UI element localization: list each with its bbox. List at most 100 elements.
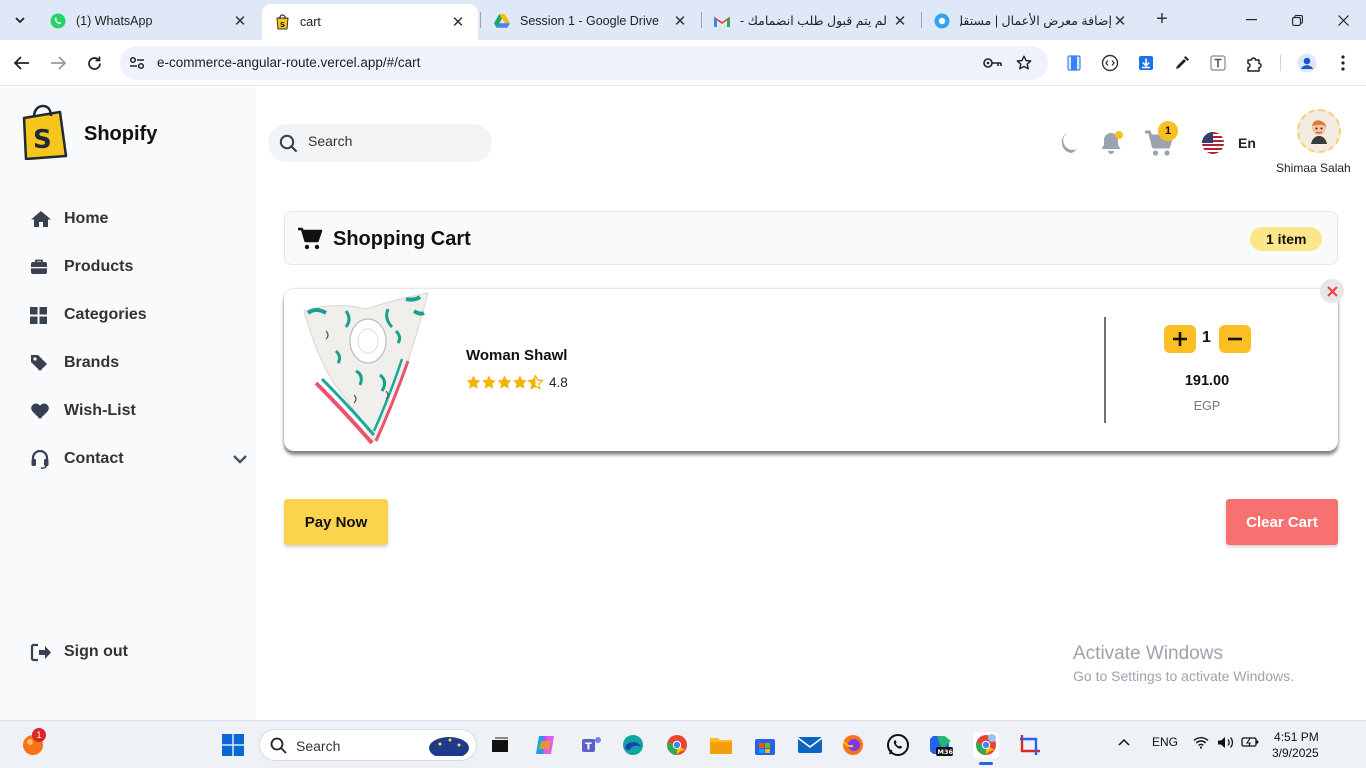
close-window-button[interactable]	[1320, 0, 1366, 40]
tab-divider	[480, 12, 481, 28]
sidebar-item-contact[interactable]: Contact	[30, 449, 124, 469]
snipping-tool-icon	[1020, 735, 1040, 755]
bookmark-star-icon[interactable]	[1014, 53, 1034, 73]
firefox-button[interactable]	[840, 732, 866, 758]
extension-code-icon[interactable]	[1100, 53, 1120, 73]
restore-button[interactable]	[1274, 0, 1320, 40]
active-app-indicator	[979, 762, 993, 765]
profile-icon[interactable]	[1297, 53, 1317, 73]
decrease-quantity-button[interactable]	[1219, 325, 1251, 353]
close-tab-icon[interactable]: ✕	[672, 12, 688, 30]
sidebar-item-wishlist[interactable]: Wish-List	[30, 401, 136, 421]
main-content: 1 En Shimaa Salah Shopping Cart 1 item	[256, 87, 1366, 720]
edge-button[interactable]	[620, 732, 646, 758]
clear-cart-button[interactable]: Clear Cart	[1226, 499, 1338, 545]
avatar[interactable]	[1297, 109, 1341, 153]
volume-icon[interactable]	[1217, 736, 1234, 752]
tab-divider	[921, 12, 922, 28]
language-switcher[interactable]: En	[1202, 132, 1256, 154]
close-tab-icon[interactable]: ✕	[450, 13, 466, 31]
minimize-button[interactable]	[1228, 0, 1274, 40]
close-tab-icon[interactable]: ✕	[232, 12, 248, 30]
chrome-icon	[667, 735, 687, 756]
brand-logo[interactable]: S Shopify	[20, 104, 157, 165]
url-text: e-commerce-angular-route.vercel.app/#/ca…	[157, 55, 421, 70]
extension-text-icon[interactable]	[1208, 53, 1228, 73]
browser-menu-icon[interactable]	[1333, 53, 1353, 73]
file-explorer-button[interactable]	[708, 732, 734, 758]
show-hidden-icons-button[interactable]	[1118, 735, 1130, 749]
system-clock[interactable]: 4:51 PM 3/9/2025	[1272, 729, 1319, 761]
close-tab-icon[interactable]: ✕	[1112, 12, 1128, 30]
search-input[interactable]	[308, 133, 478, 149]
sidebar-item-label: Brands	[64, 354, 120, 371]
chrome-button[interactable]	[664, 732, 690, 758]
sidebar-item-brands[interactable]: Brands	[30, 353, 119, 373]
reload-icon	[87, 56, 101, 70]
browser-toolbar: e-commerce-angular-route.vercel.app/#/ca…	[0, 40, 1366, 86]
input-language[interactable]: ENG	[1152, 735, 1178, 749]
extensions-puzzle-icon[interactable]	[1244, 53, 1264, 73]
task-view-button[interactable]	[487, 732, 513, 758]
extension-reader-icon[interactable]	[1064, 53, 1084, 73]
close-tab-icon[interactable]: ✕	[892, 12, 908, 30]
taskbar-search-box[interactable]: Search	[259, 729, 477, 761]
extension-download-icon[interactable]	[1136, 53, 1156, 73]
user-name: Shimaa Salah	[1276, 161, 1351, 175]
chrome-icon	[976, 734, 996, 756]
cart-item-count-badge: 1 item	[1250, 227, 1323, 251]
sidebar-item-categories[interactable]: Categories	[30, 305, 147, 325]
sign-out-button[interactable]: Sign out	[30, 642, 128, 662]
search-highlight-icon	[428, 734, 470, 761]
tab-whatsapp[interactable]: (1) WhatsApp ✕	[38, 5, 260, 36]
item-divider	[1104, 317, 1106, 423]
pay-now-button[interactable]: Pay Now	[284, 499, 388, 545]
teams-button[interactable]: T	[578, 732, 604, 758]
back-button[interactable]	[9, 50, 35, 76]
tab-gmail[interactable]: لم يتم قبول طلب انضمامك - ✕	[702, 5, 920, 36]
start-button[interactable]	[220, 732, 246, 758]
chevron-down-icon[interactable]	[232, 451, 250, 465]
sidebar-item-label: Categories	[64, 306, 147, 323]
notification-dot	[1115, 131, 1123, 139]
shopping-cart-icon	[297, 227, 323, 256]
increase-quantity-button[interactable]	[1164, 325, 1196, 353]
sidebar-item-products[interactable]: Products	[30, 257, 133, 277]
extension-colorpicker-icon[interactable]	[1172, 53, 1192, 73]
tab-title: (1) WhatsApp	[76, 13, 153, 28]
search-box[interactable]	[268, 124, 492, 162]
taskbar: 1 Search T M365	[0, 720, 1366, 768]
sidebar: S Shopify Home Products Categories Brand…	[0, 87, 256, 720]
sign-out-icon	[30, 642, 54, 662]
store-button[interactable]	[752, 732, 778, 758]
whatsapp-app-button[interactable]	[885, 732, 911, 758]
mail-button[interactable]	[797, 732, 823, 758]
forward-button[interactable]	[45, 50, 71, 76]
wifi-icon[interactable]	[1193, 736, 1209, 752]
language-label: En	[1238, 135, 1256, 151]
chevron-up-icon	[1118, 738, 1130, 746]
brand-name: Shopify	[84, 123, 158, 145]
copilot-button[interactable]	[532, 732, 558, 758]
password-key-icon[interactable]	[982, 53, 1002, 73]
snipping-tool-button[interactable]	[1017, 732, 1043, 758]
site-info-icon[interactable]	[128, 54, 146, 72]
tab-cart[interactable]: S cart ✕	[262, 4, 478, 40]
briefcase-icon	[30, 257, 54, 277]
remove-item-button[interactable]	[1320, 279, 1344, 303]
sidebar-item-home[interactable]: Home	[30, 209, 108, 229]
new-tab-button[interactable]: +	[1150, 8, 1174, 32]
gmail-icon	[714, 13, 730, 29]
tab-google-drive[interactable]: Session 1 - Google Drive ✕	[482, 5, 700, 36]
chrome-active-button[interactable]	[973, 732, 999, 758]
us-flag-icon	[1202, 132, 1224, 154]
battery-icon[interactable]	[1241, 736, 1259, 751]
dark-mode-moon-icon[interactable]	[1056, 131, 1078, 155]
reload-button[interactable]	[81, 50, 107, 76]
tab-mostaql[interactable]: إضافة معرض الأعمال | مستقل ✕	[922, 5, 1140, 36]
m365-button[interactable]: M365	[928, 732, 954, 758]
address-bar[interactable]: e-commerce-angular-route.vercel.app/#/ca…	[120, 46, 1048, 80]
tab-search-menu-button[interactable]	[8, 8, 32, 32]
mostaql-icon	[934, 13, 950, 29]
tab-divider	[701, 12, 702, 28]
